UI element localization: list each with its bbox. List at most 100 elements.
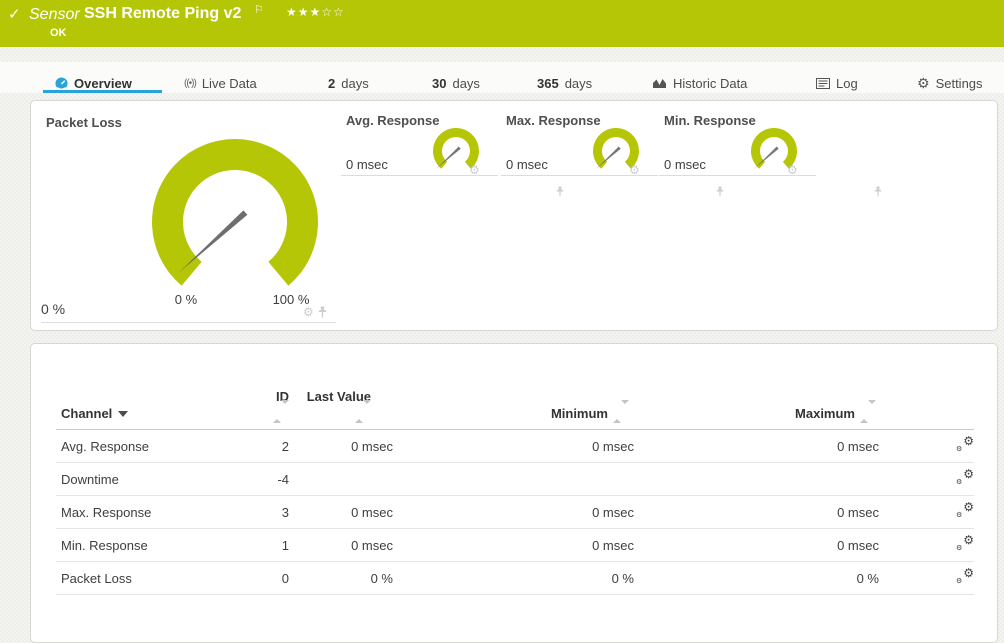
channel-id-cell: 3 [256, 495, 289, 529]
column-header-maximum-label: Maximum [795, 406, 855, 421]
tab-2-days[interactable]: 2 days [328, 73, 369, 93]
channel-minimum-cell [393, 462, 634, 496]
stars-empty: ☆☆ [321, 5, 345, 19]
table-header-row: Channel ID Last Value Minimum Maximum [56, 389, 974, 430]
sort-icon [860, 400, 876, 423]
gauge-pin-icon[interactable] [874, 186, 882, 197]
max-response-gauge-block: Max. Response 0 msec ⚙ [501, 101, 724, 332]
channel-settings-gears-icon[interactable]: ⚙ ⚙ [956, 567, 974, 585]
gauge-needle [178, 210, 248, 273]
channel-id-cell: -4 [256, 462, 289, 496]
table-row: Min. Response 1 0 msec 0 msec 0 msec ⚙ ⚙ [56, 528, 974, 562]
channel-last-value-cell: 0 msec [289, 495, 393, 529]
channel-last-value-cell: 0 msec [289, 429, 393, 463]
channel-name-cell[interactable]: Max. Response [56, 495, 256, 529]
channel-maximum-cell: 0 msec [634, 429, 879, 463]
channel-table: Channel ID Last Value Minimum Maximum Av… [56, 389, 974, 595]
channel-maximum-cell: 0 msec [634, 495, 879, 529]
historic-data-chart-icon [653, 79, 666, 88]
gauge-current-value: 0 msec [664, 157, 706, 172]
gauge-title: Packet Loss [46, 115, 122, 130]
tab-historic-data-label: Historic Data [673, 75, 748, 91]
table-row: Avg. Response 2 0 msec 0 msec 0 msec ⚙ ⚙ [56, 429, 974, 463]
channel-minimum-cell: 0 msec [393, 495, 634, 529]
gauge-block-divider [659, 175, 816, 176]
gauge-current-value: 0 % [41, 301, 66, 317]
tab-log[interactable]: Log [816, 73, 858, 93]
table-row: Downtime -4 ⚙ ⚙ [56, 462, 974, 496]
channel-last-value-cell: 0 msec [289, 528, 393, 562]
column-header-channel[interactable]: Channel [56, 389, 256, 430]
packet-loss-gauge [152, 139, 318, 286]
table-row: Max. Response 3 0 msec 0 msec 0 msec ⚙ ⚙ [56, 495, 974, 529]
column-header-minimum[interactable]: Minimum [393, 389, 634, 430]
tab-365-days-label: days [564, 75, 593, 91]
column-header-id[interactable]: ID [256, 389, 289, 430]
gauge-block-divider [41, 322, 336, 323]
priority-stars[interactable]: ★★★☆☆ [286, 5, 345, 19]
channel-actions-cell: ⚙ ⚙ [879, 495, 974, 529]
sort-icon [355, 400, 371, 423]
tab-settings-label: Settings [935, 75, 983, 91]
tab-historic-data[interactable]: Historic Data [652, 73, 747, 93]
sort-desc-icon [118, 411, 129, 417]
status-badge: OK [50, 27, 67, 39]
channel-name-cell[interactable]: Downtime [56, 462, 256, 496]
sort-icon [613, 400, 629, 423]
object-type-label: Sensor [29, 6, 80, 23]
channel-id-cell: 2 [256, 429, 289, 463]
log-list-icon [816, 77, 830, 89]
gauge-title: Max. Response [506, 113, 601, 128]
gauge-block-divider [501, 175, 658, 176]
channel-settings-gears-icon[interactable]: ⚙ ⚙ [956, 534, 974, 552]
active-tab-underline [43, 90, 162, 93]
channel-actions-cell: ⚙ ⚙ [879, 462, 974, 496]
tab-settings[interactable]: ⚙ Settings [917, 73, 983, 93]
column-header-last-value[interactable]: Last Value [289, 389, 393, 430]
gauge-title: Min. Response [664, 113, 756, 128]
tab-30-days[interactable]: 30 days [432, 73, 480, 93]
column-header-last-value-label: Last Value [306, 389, 371, 404]
overview-gauge-icon [55, 76, 68, 90]
tab-30-days-number: 30 [432, 75, 447, 91]
tab-live-data-label: Live Data [201, 75, 257, 91]
status-check-icon: ✓ [8, 6, 21, 23]
channel-table-body: Avg. Response 2 0 msec 0 msec 0 msec ⚙ ⚙ … [56, 429, 974, 595]
gauge-gear-icon[interactable]: ⚙ [303, 306, 314, 318]
sensor-title: SSH Remote Ping v2 [84, 5, 242, 22]
channel-maximum-cell [634, 462, 879, 496]
channel-settings-gears-icon[interactable]: ⚙ ⚙ [956, 468, 974, 486]
gauge-current-value: 0 msec [506, 157, 548, 172]
channel-actions-cell: ⚙ ⚙ [879, 528, 974, 562]
settings-gear-icon: ⚙ [917, 75, 930, 91]
live-data-icon: ((•)) [184, 77, 197, 89]
tab-2-days-label: days [341, 75, 369, 91]
tab-2-days-number: 2 [328, 75, 336, 91]
gauge-block-divider [341, 175, 498, 176]
tab-live-data[interactable]: ((•)) Live Data [184, 73, 257, 93]
gauge-title: Avg. Response [346, 113, 440, 128]
gauge-current-value: 0 msec [346, 157, 388, 172]
avg-response-gauge-block: Avg. Response 0 msec ⚙ [341, 101, 564, 332]
tab-30-days-label: days [452, 75, 480, 91]
column-header-maximum[interactable]: Maximum [634, 389, 879, 430]
flag-icon[interactable]: ⚐ [254, 3, 264, 16]
column-header-actions [879, 389, 974, 430]
channel-minimum-cell: 0 msec [393, 528, 634, 562]
tab-overview-label: Overview [74, 75, 132, 91]
channel-actions-cell: ⚙ ⚙ [879, 429, 974, 463]
channels-panel: Channel ID Last Value Minimum Maximum Av… [30, 343, 998, 643]
tab-log-label: Log [836, 75, 858, 91]
column-header-channel-label: Channel [61, 406, 113, 421]
channel-name-cell[interactable]: Avg. Response [56, 429, 256, 463]
tab-365-days[interactable]: 365 days [537, 73, 592, 93]
channel-settings-gears-icon[interactable]: ⚙ ⚙ [956, 501, 974, 519]
gauge-scale-min: 0 % [174, 292, 198, 307]
channel-settings-gears-icon[interactable]: ⚙ ⚙ [956, 435, 974, 453]
gauge-pin-icon[interactable] [318, 306, 327, 318]
column-header-minimum-label: Minimum [550, 406, 608, 421]
channel-name-cell[interactable]: Min. Response [56, 528, 256, 562]
sort-icon [273, 400, 289, 423]
channel-id-cell: 1 [256, 528, 289, 562]
gauges-panel: Packet Loss 0 % 100 % 0 % ⚙ Avg. Respons… [30, 100, 998, 331]
